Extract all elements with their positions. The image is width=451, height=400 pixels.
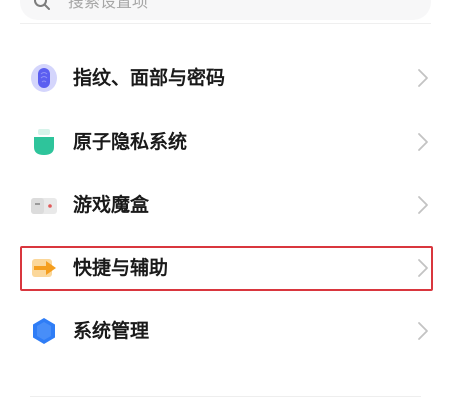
search-bar[interactable]: 搜索设置项 xyxy=(20,0,431,20)
chevron-right-icon xyxy=(418,322,428,340)
game-box-icon xyxy=(31,198,57,214)
chevron-right-icon xyxy=(418,69,428,87)
divider xyxy=(30,396,421,397)
settings-item-label: 指纹、面部与密码 xyxy=(73,67,226,89)
chevron-right-icon xyxy=(418,196,428,214)
settings-item-label: 游戏魔盒 xyxy=(73,194,150,216)
settings-item-system-management[interactable]: 系统管理 xyxy=(0,301,451,363)
chevron-right-icon xyxy=(418,133,428,151)
system-management-icon xyxy=(33,318,55,344)
highlight-box xyxy=(20,246,433,291)
divider xyxy=(20,23,431,24)
privacy-icon xyxy=(34,129,54,155)
search-placeholder: 搜索设置项 xyxy=(68,0,149,11)
settings-item-fingerprint[interactable]: 指纹、面部与密码 xyxy=(0,48,451,110)
fingerprint-icon xyxy=(31,64,57,92)
settings-item-privacy[interactable]: 原子隐私系统 xyxy=(0,112,451,174)
settings-item-label: 系统管理 xyxy=(73,320,150,342)
search-icon xyxy=(34,0,50,10)
settings-item-game-box[interactable]: 游戏魔盒 xyxy=(0,175,451,237)
settings-item-label: 原子隐私系统 xyxy=(73,131,188,153)
